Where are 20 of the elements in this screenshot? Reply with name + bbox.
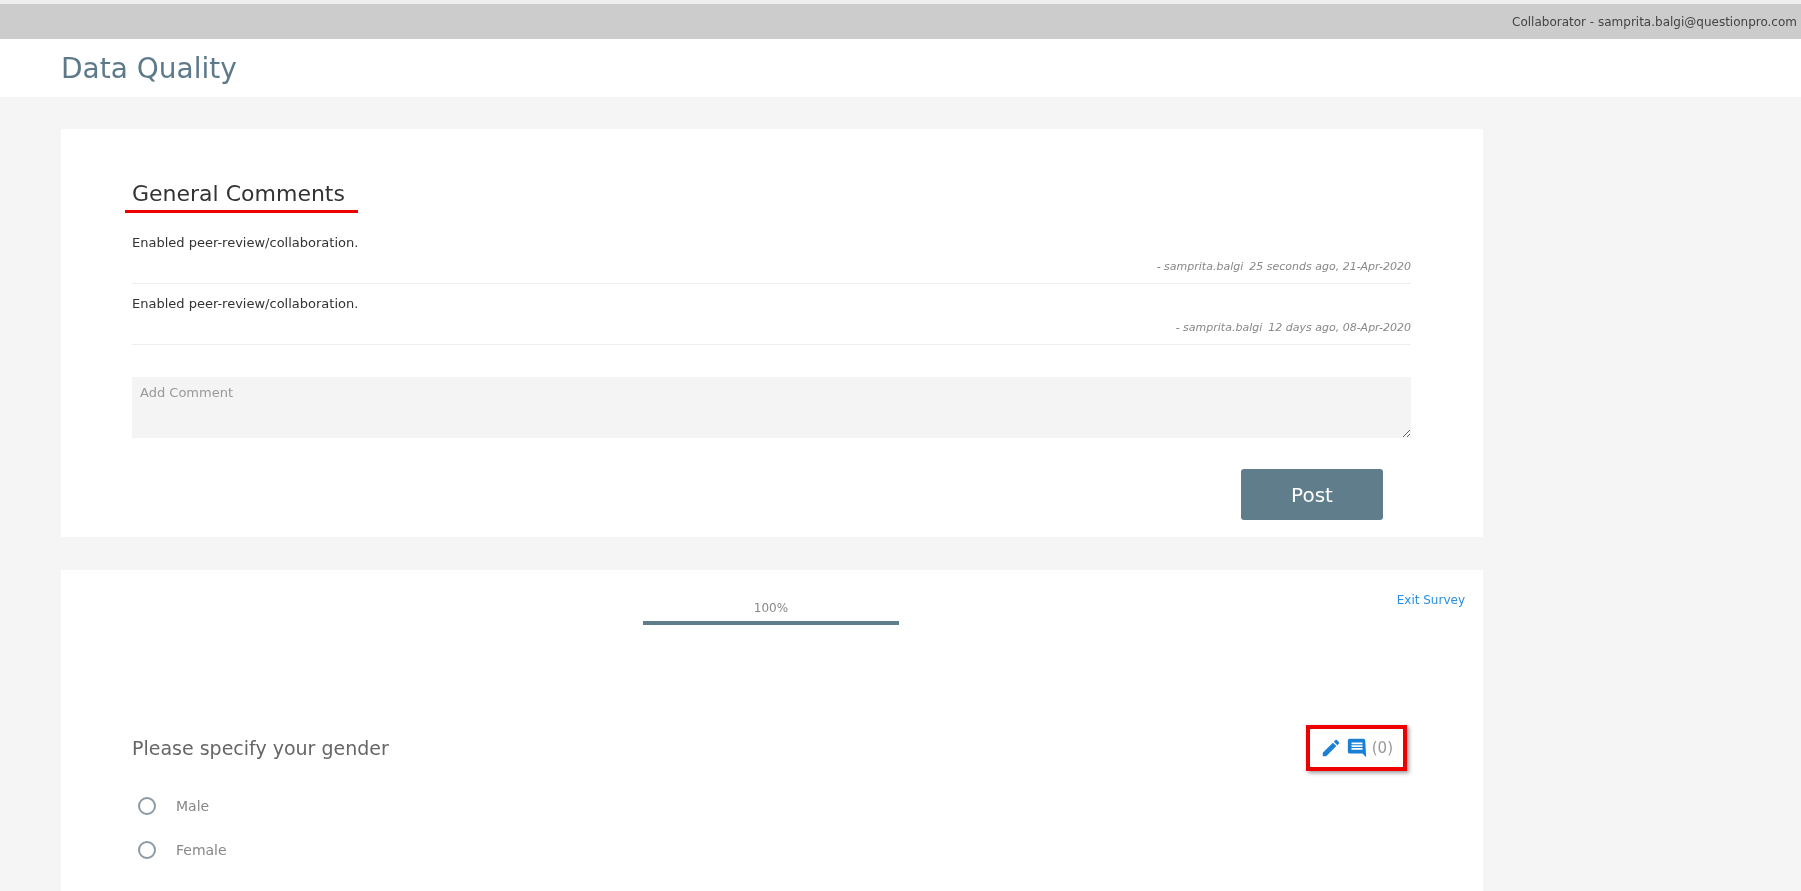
comment-field[interactable]: Add Comment	[132, 377, 1411, 438]
comment-count: (0)	[1371, 739, 1393, 757]
comment-author: - samprita.balgi	[1156, 260, 1244, 273]
comment-time: 12 days ago, 08-Apr-2020	[1268, 321, 1411, 334]
question-text: Please specify your gender	[132, 737, 389, 759]
section-title: General Comments	[132, 181, 345, 206]
exit-survey-link[interactable]: Exit Survey	[1396, 593, 1465, 607]
progress-label: 100%	[753, 601, 789, 615]
radio-button[interactable]	[138, 841, 156, 859]
option-label: Female	[176, 842, 227, 858]
comment-author: - samprita.balgi	[1175, 321, 1263, 334]
comment-time: 25 seconds ago, 21-Apr-2020	[1249, 260, 1411, 273]
comment-text: Enabled peer-review/collaboration.	[132, 296, 360, 311]
comment-icon[interactable]	[1345, 737, 1368, 759]
page-title: Data Quality	[61, 51, 237, 85]
comment-text: Enabled peer-review/collaboration.	[132, 235, 360, 250]
radio-button[interactable]	[138, 797, 156, 815]
user-label: Collaborator - samprita.balgi@questionpro.com	[1512, 14, 1797, 29]
option-label: Male	[176, 798, 210, 814]
post-button[interactable]: Post	[1241, 469, 1383, 520]
